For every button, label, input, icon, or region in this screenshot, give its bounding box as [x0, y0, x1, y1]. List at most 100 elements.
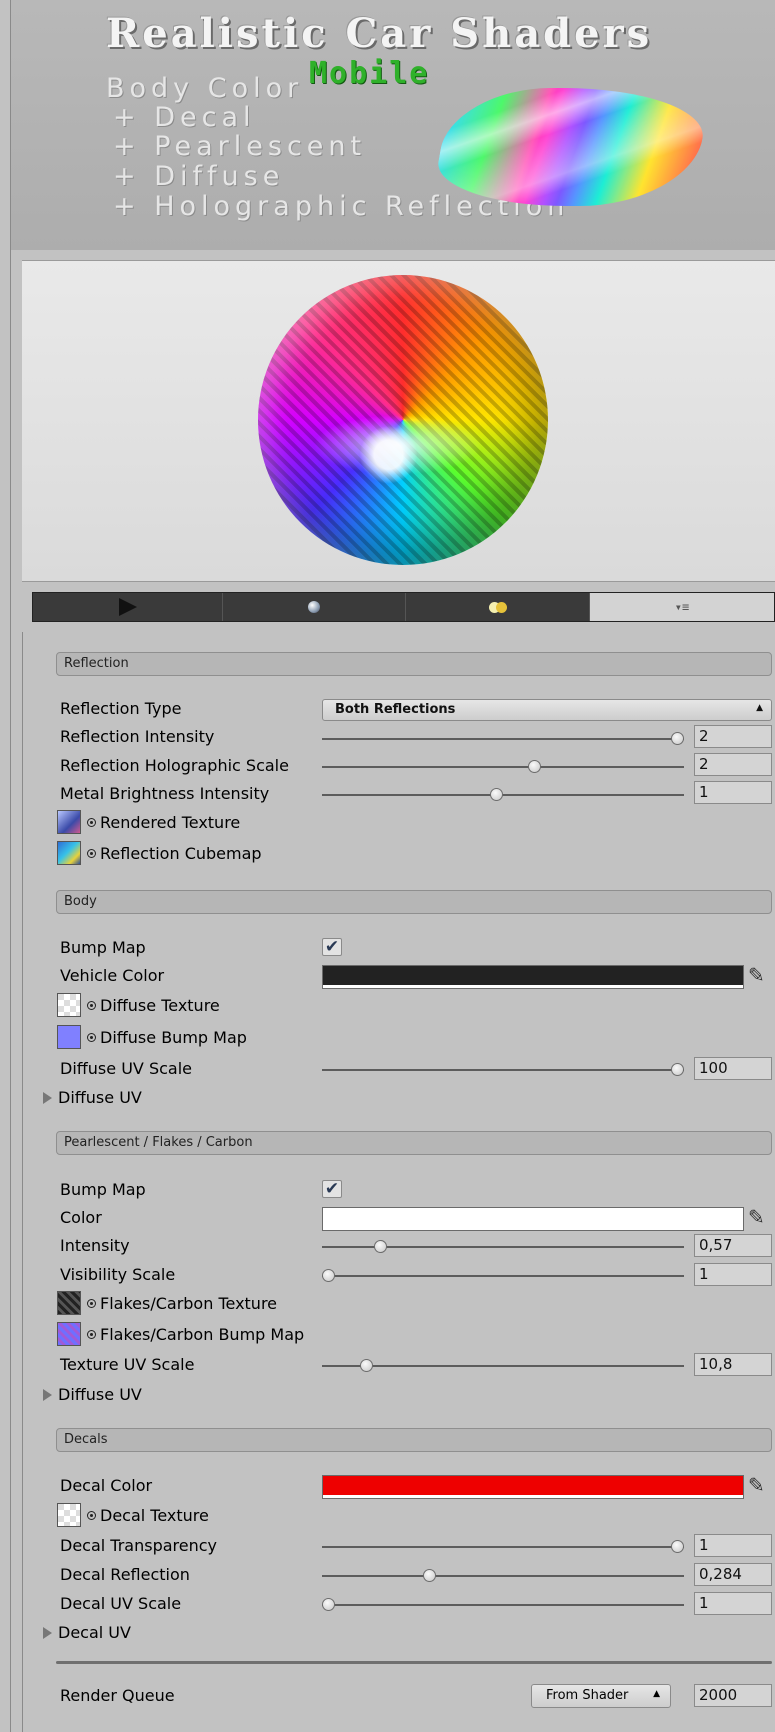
slider-thumb[interactable] — [423, 1569, 436, 1582]
reflection-holographic-scale-field[interactable]: 2 — [694, 753, 772, 776]
decal-texture-slot[interactable]: Decal Texture — [57, 1502, 209, 1528]
render-queue-field[interactable]: 2000 — [694, 1684, 772, 1707]
decal-color-swatch[interactable] — [322, 1475, 744, 1499]
rendered-texture-slot[interactable]: Rendered Texture — [57, 809, 240, 835]
eyedropper-icon[interactable]: ✎ — [748, 1205, 765, 1229]
pearl-diffuse-uv-foldout[interactable]: Diffuse UV — [43, 1385, 142, 1404]
render-texture-icon — [57, 810, 81, 834]
vehicle-color-label: Vehicle Color — [60, 966, 165, 985]
pearl-bump-map-checkbox[interactable]: ✔ — [322, 1180, 342, 1198]
metal-brightness-field[interactable]: 1 — [694, 781, 772, 804]
section-header-decals[interactable]: Decals — [56, 1428, 772, 1452]
pearl-intensity-field[interactable]: 0,57 — [694, 1234, 772, 1257]
section-header-body[interactable]: Body — [56, 890, 772, 914]
diffuse-uv-scale-slider[interactable] — [322, 1063, 684, 1076]
object-picker-icon[interactable] — [87, 1329, 96, 1339]
reflection-holographic-scale-slider[interactable] — [322, 760, 684, 773]
render-queue-mode-value: From Shader — [546, 1688, 629, 1703]
object-picker-icon[interactable] — [87, 1510, 96, 1520]
diffuse-uv-scale-label: Diffuse UV Scale — [60, 1059, 192, 1078]
decal-uv-scale-slider[interactable] — [322, 1598, 684, 1611]
pearl-diffuse-uv-label: Diffuse UV — [58, 1385, 142, 1404]
slider-thumb[interactable] — [322, 1269, 335, 1282]
pearl-color-swatch[interactable] — [322, 1207, 744, 1231]
flakes-bump-map-label: Flakes/Carbon Bump Map — [100, 1324, 305, 1344]
slider-thumb[interactable] — [490, 788, 503, 801]
reflection-intensity-label: Reflection Intensity — [60, 727, 215, 746]
decal-reflection-label: Decal Reflection — [60, 1565, 190, 1584]
object-picker-icon[interactable] — [87, 817, 96, 827]
vehicle-color-swatch[interactable] — [322, 965, 744, 989]
decal-reflection-field[interactable]: 0,284 — [694, 1563, 772, 1586]
eyedropper-icon[interactable]: ✎ — [748, 963, 765, 987]
slider-thumb[interactable] — [671, 1540, 684, 1553]
dropdown-arrows-icon: ▲ — [756, 703, 763, 713]
diffuse-texture-label: Diffuse Texture — [100, 995, 220, 1015]
object-picker-icon[interactable] — [87, 1298, 96, 1308]
render-queue-mode-dropdown[interactable]: From Shader ▲ — [531, 1684, 671, 1708]
texture-uv-scale-field[interactable]: 10,8 — [694, 1353, 772, 1376]
diffuse-bump-map-label: Diffuse Bump Map — [100, 1027, 247, 1047]
preview-settings-button[interactable]: ▾≡ — [590, 593, 774, 621]
preview-sphere — [258, 275, 548, 565]
decal-uv-foldout[interactable]: Decal UV — [43, 1623, 131, 1642]
cubemap-icon — [57, 841, 81, 865]
window-border — [10, 0, 11, 1732]
alpha-bar — [323, 1227, 743, 1230]
flakes-texture-slot[interactable]: Flakes/Carbon Texture — [57, 1290, 277, 1316]
decal-transparency-field[interactable]: 1 — [694, 1534, 772, 1557]
slider-thumb[interactable] — [528, 760, 541, 773]
play-button[interactable] — [33, 593, 223, 621]
reflection-type-value: Both Reflections — [335, 702, 456, 717]
decal-reflection-slider[interactable] — [322, 1569, 684, 1582]
diffuse-uv-foldout[interactable]: Diffuse UV — [43, 1088, 142, 1107]
pearl-intensity-slider[interactable] — [322, 1240, 684, 1253]
body-bump-map-checkbox[interactable]: ✔ — [322, 938, 342, 956]
render-queue-label: Render Queue — [60, 1686, 175, 1705]
decal-uv-scale-field[interactable]: 1 — [694, 1592, 772, 1615]
slider-thumb[interactable] — [671, 1063, 684, 1076]
visibility-scale-field[interactable]: 1 — [694, 1263, 772, 1286]
visibility-scale-slider[interactable] — [322, 1269, 684, 1282]
foldout-arrow-icon — [43, 1091, 52, 1104]
pearl-color-label: Color — [60, 1208, 102, 1227]
metal-brightness-slider[interactable] — [322, 788, 684, 801]
diffuse-uv-scale-field[interactable]: 100 — [694, 1057, 772, 1080]
banner-feature: Body Color — [106, 73, 304, 104]
slider-thumb[interactable] — [360, 1359, 373, 1372]
reflection-holographic-scale-label: Reflection Holographic Scale — [60, 756, 289, 775]
reflection-cubemap-slot[interactable]: Reflection Cubemap — [57, 840, 262, 866]
object-picker-icon[interactable] — [87, 1000, 96, 1010]
eyedropper-icon[interactable]: ✎ — [748, 1473, 765, 1497]
flakes-normal-map-icon — [57, 1322, 81, 1346]
slider-thumb[interactable] — [322, 1598, 335, 1611]
flakes-bump-map-slot[interactable]: Flakes/Carbon Bump Map — [57, 1321, 304, 1347]
diffuse-texture-slot[interactable]: Diffuse Texture — [57, 992, 220, 1018]
section-header-reflection[interactable]: Reflection — [56, 652, 772, 676]
texture-uv-scale-slider[interactable] — [322, 1359, 684, 1372]
section-header-pearlescent[interactable]: Pearlescent / Flakes / Carbon — [56, 1131, 772, 1155]
reflection-intensity-slider[interactable] — [322, 732, 684, 745]
decal-uv-scale-label: Decal UV Scale — [60, 1594, 182, 1613]
slider-thumb[interactable] — [374, 1240, 387, 1253]
decal-texture-icon — [57, 1503, 81, 1527]
metal-brightness-label: Metal Brightness Intensity — [60, 784, 270, 803]
flakes-texture-label: Flakes/Carbon Texture — [100, 1293, 278, 1313]
lights-icon — [488, 601, 507, 613]
alpha-bar — [323, 1495, 743, 1498]
preview-mesh-button[interactable] — [223, 593, 406, 621]
banner-feature: + Decal — [113, 102, 256, 133]
reflection-type-dropdown[interactable]: Both Reflections ▲ — [322, 699, 772, 721]
rendered-texture-label: Rendered Texture — [100, 812, 241, 832]
banner-title: Realistic Car Shaders — [106, 10, 653, 57]
sphere-preview-icon — [308, 601, 320, 613]
slider-thumb[interactable] — [671, 732, 684, 745]
object-picker-icon[interactable] — [87, 848, 96, 858]
decal-transparency-slider[interactable] — [322, 1540, 684, 1553]
reflection-intensity-field[interactable]: 2 — [694, 725, 772, 748]
diffuse-bump-map-slot[interactable]: Diffuse Bump Map — [57, 1024, 247, 1050]
object-picker-icon[interactable] — [87, 1032, 96, 1042]
decal-transparency-label: Decal Transparency — [60, 1536, 218, 1555]
banner-feature: + Pearlescent — [113, 131, 367, 162]
preview-lights-button[interactable] — [406, 593, 590, 621]
